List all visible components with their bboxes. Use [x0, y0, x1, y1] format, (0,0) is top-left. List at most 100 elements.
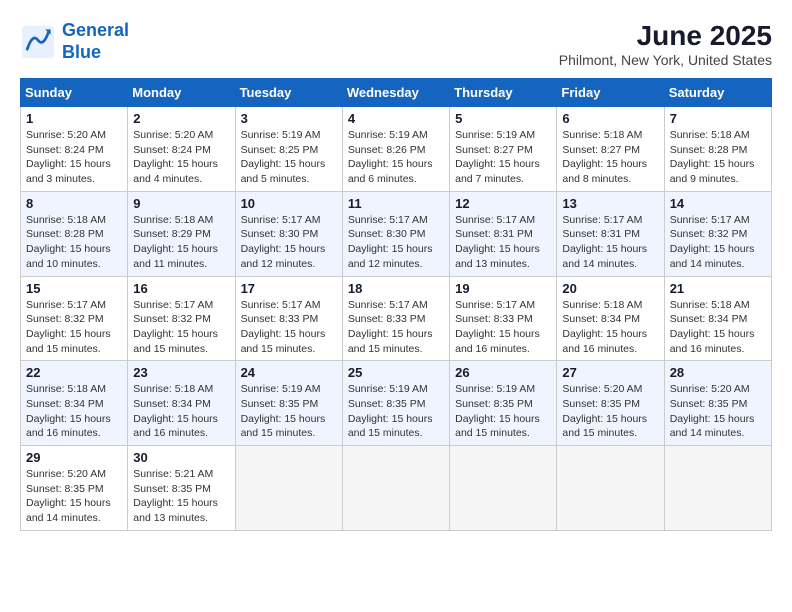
day-info: Sunrise: 5:17 AM Sunset: 8:31 PM Dayligh…	[562, 213, 658, 272]
calendar-day-cell: 3 Sunrise: 5:19 AM Sunset: 8:25 PM Daylig…	[235, 107, 342, 192]
logo-text: General Blue	[62, 20, 129, 63]
calendar-day-cell: 17Sunrise: 5:17 AM Sunset: 8:33 PM Dayli…	[235, 276, 342, 361]
calendar-day-cell: 11Sunrise: 5:17 AM Sunset: 8:30 PM Dayli…	[342, 191, 449, 276]
weekday-header: Monday	[128, 79, 235, 107]
day-number: 12	[455, 196, 551, 211]
day-number: 26	[455, 365, 551, 380]
day-number: 28	[670, 365, 766, 380]
day-number: 11	[348, 196, 444, 211]
calendar-week-row: 1 Sunrise: 5:20 AM Sunset: 8:24 PM Daylig…	[21, 107, 772, 192]
day-number: 30	[133, 450, 229, 465]
day-info: Sunrise: 5:18 AM Sunset: 8:34 PM Dayligh…	[562, 298, 658, 357]
day-info: Sunrise: 5:17 AM Sunset: 8:32 PM Dayligh…	[26, 298, 122, 357]
day-info: Sunrise: 5:18 AM Sunset: 8:28 PM Dayligh…	[26, 213, 122, 272]
day-info: Sunrise: 5:17 AM Sunset: 8:32 PM Dayligh…	[133, 298, 229, 357]
calendar-day-cell: 28Sunrise: 5:20 AM Sunset: 8:35 PM Dayli…	[664, 361, 771, 446]
day-number: 13	[562, 196, 658, 211]
day-info: Sunrise: 5:18 AM Sunset: 8:28 PM Dayligh…	[670, 128, 766, 187]
day-number: 2	[133, 111, 229, 126]
title-block: June 2025 Philmont, New York, United Sta…	[559, 20, 772, 68]
calendar-week-row: 15 Sunrise: 5:17 AM Sunset: 8:32 PM Dayli…	[21, 276, 772, 361]
location: Philmont, New York, United States	[559, 52, 772, 68]
day-info: Sunrise: 5:19 AM Sunset: 8:25 PM Dayligh…	[241, 128, 337, 187]
calendar-day-cell: 30Sunrise: 5:21 AM Sunset: 8:35 PM Dayli…	[128, 446, 235, 531]
calendar-header-row: SundayMondayTuesdayWednesdayThursdayFrid…	[21, 79, 772, 107]
calendar-week-row: 22 Sunrise: 5:18 AM Sunset: 8:34 PM Dayli…	[21, 361, 772, 446]
day-number: 10	[241, 196, 337, 211]
calendar-day-cell: 1 Sunrise: 5:20 AM Sunset: 8:24 PM Daylig…	[21, 107, 128, 192]
day-info: Sunrise: 5:17 AM Sunset: 8:31 PM Dayligh…	[455, 213, 551, 272]
calendar-day-cell: 25 Sunrise: 5:19 AM Sunset: 8:35 PM Dayli…	[342, 361, 449, 446]
day-info: Sunrise: 5:18 AM Sunset: 8:34 PM Dayligh…	[26, 382, 122, 441]
day-info: Sunrise: 5:18 AM Sunset: 8:34 PM Dayligh…	[133, 382, 229, 441]
calendar-day-cell: 29 Sunrise: 5:20 AM Sunset: 8:35 PM Dayli…	[21, 446, 128, 531]
day-info: Sunrise: 5:19 AM Sunset: 8:35 PM Dayligh…	[455, 382, 551, 441]
calendar-day-cell: 2 Sunrise: 5:20 AM Sunset: 8:24 PM Daylig…	[128, 107, 235, 192]
weekday-header: Friday	[557, 79, 664, 107]
logo-icon	[20, 24, 56, 60]
calendar-day-cell: 21Sunrise: 5:18 AM Sunset: 8:34 PM Dayli…	[664, 276, 771, 361]
day-info: Sunrise: 5:18 AM Sunset: 8:29 PM Dayligh…	[133, 213, 229, 272]
page-header: General Blue June 2025 Philmont, New Yor…	[20, 20, 772, 68]
day-info: Sunrise: 5:20 AM Sunset: 8:24 PM Dayligh…	[133, 128, 229, 187]
calendar-day-cell	[342, 446, 449, 531]
weekday-header: Saturday	[664, 79, 771, 107]
day-info: Sunrise: 5:19 AM Sunset: 8:26 PM Dayligh…	[348, 128, 444, 187]
day-number: 20	[562, 281, 658, 296]
day-info: Sunrise: 5:17 AM Sunset: 8:33 PM Dayligh…	[241, 298, 337, 357]
weekday-header: Thursday	[450, 79, 557, 107]
day-number: 25	[348, 365, 444, 380]
calendar-day-cell: 20 Sunrise: 5:18 AM Sunset: 8:34 PM Dayli…	[557, 276, 664, 361]
calendar-day-cell: 22 Sunrise: 5:18 AM Sunset: 8:34 PM Dayli…	[21, 361, 128, 446]
day-number: 15	[26, 281, 122, 296]
calendar-day-cell: 16 Sunrise: 5:17 AM Sunset: 8:32 PM Dayli…	[128, 276, 235, 361]
calendar-day-cell: 4 Sunrise: 5:19 AM Sunset: 8:26 PM Daylig…	[342, 107, 449, 192]
calendar-day-cell: 5 Sunrise: 5:19 AM Sunset: 8:27 PM Daylig…	[450, 107, 557, 192]
day-number: 7	[670, 111, 766, 126]
logo: General Blue	[20, 20, 129, 63]
calendar-day-cell: 27Sunrise: 5:20 AM Sunset: 8:35 PM Dayli…	[557, 361, 664, 446]
day-number: 8	[26, 196, 122, 211]
calendar-day-cell: 23Sunrise: 5:18 AM Sunset: 8:34 PM Dayli…	[128, 361, 235, 446]
day-number: 1	[26, 111, 122, 126]
day-number: 16	[133, 281, 229, 296]
calendar-day-cell: 13 Sunrise: 5:17 AM Sunset: 8:31 PM Dayli…	[557, 191, 664, 276]
day-number: 29	[26, 450, 122, 465]
day-info: Sunrise: 5:18 AM Sunset: 8:34 PM Dayligh…	[670, 298, 766, 357]
day-info: Sunrise: 5:20 AM Sunset: 8:24 PM Dayligh…	[26, 128, 122, 187]
calendar-day-cell: 10 Sunrise: 5:17 AM Sunset: 8:30 PM Dayli…	[235, 191, 342, 276]
day-info: Sunrise: 5:20 AM Sunset: 8:35 PM Dayligh…	[26, 467, 122, 526]
day-info: Sunrise: 5:17 AM Sunset: 8:30 PM Dayligh…	[241, 213, 337, 272]
calendar-day-cell	[557, 446, 664, 531]
day-number: 4	[348, 111, 444, 126]
day-info: Sunrise: 5:19 AM Sunset: 8:35 PM Dayligh…	[241, 382, 337, 441]
calendar-day-cell: 15 Sunrise: 5:17 AM Sunset: 8:32 PM Dayli…	[21, 276, 128, 361]
day-info: Sunrise: 5:18 AM Sunset: 8:27 PM Dayligh…	[562, 128, 658, 187]
day-info: Sunrise: 5:17 AM Sunset: 8:32 PM Dayligh…	[670, 213, 766, 272]
calendar-day-cell: 12 Sunrise: 5:17 AM Sunset: 8:31 PM Dayli…	[450, 191, 557, 276]
calendar-day-cell: 26 Sunrise: 5:19 AM Sunset: 8:35 PM Dayli…	[450, 361, 557, 446]
day-info: Sunrise: 5:19 AM Sunset: 8:35 PM Dayligh…	[348, 382, 444, 441]
day-info: Sunrise: 5:19 AM Sunset: 8:27 PM Dayligh…	[455, 128, 551, 187]
weekday-header: Wednesday	[342, 79, 449, 107]
day-number: 14	[670, 196, 766, 211]
day-number: 5	[455, 111, 551, 126]
calendar-day-cell: 9 Sunrise: 5:18 AM Sunset: 8:29 PM Daylig…	[128, 191, 235, 276]
day-number: 22	[26, 365, 122, 380]
day-number: 19	[455, 281, 551, 296]
day-number: 3	[241, 111, 337, 126]
day-number: 9	[133, 196, 229, 211]
weekday-header: Sunday	[21, 79, 128, 107]
calendar-week-row: 29 Sunrise: 5:20 AM Sunset: 8:35 PM Dayli…	[21, 446, 772, 531]
day-info: Sunrise: 5:17 AM Sunset: 8:33 PM Dayligh…	[348, 298, 444, 357]
month-title: June 2025	[559, 20, 772, 52]
calendar-day-cell: 14 Sunrise: 5:17 AM Sunset: 8:32 PM Dayli…	[664, 191, 771, 276]
calendar-day-cell: 6Sunrise: 5:18 AM Sunset: 8:27 PM Daylig…	[557, 107, 664, 192]
calendar-day-cell	[664, 446, 771, 531]
calendar-day-cell	[450, 446, 557, 531]
day-number: 18	[348, 281, 444, 296]
day-info: Sunrise: 5:17 AM Sunset: 8:33 PM Dayligh…	[455, 298, 551, 357]
calendar-day-cell: 7 Sunrise: 5:18 AM Sunset: 8:28 PM Daylig…	[664, 107, 771, 192]
calendar-day-cell: 18 Sunrise: 5:17 AM Sunset: 8:33 PM Dayli…	[342, 276, 449, 361]
day-number: 27	[562, 365, 658, 380]
